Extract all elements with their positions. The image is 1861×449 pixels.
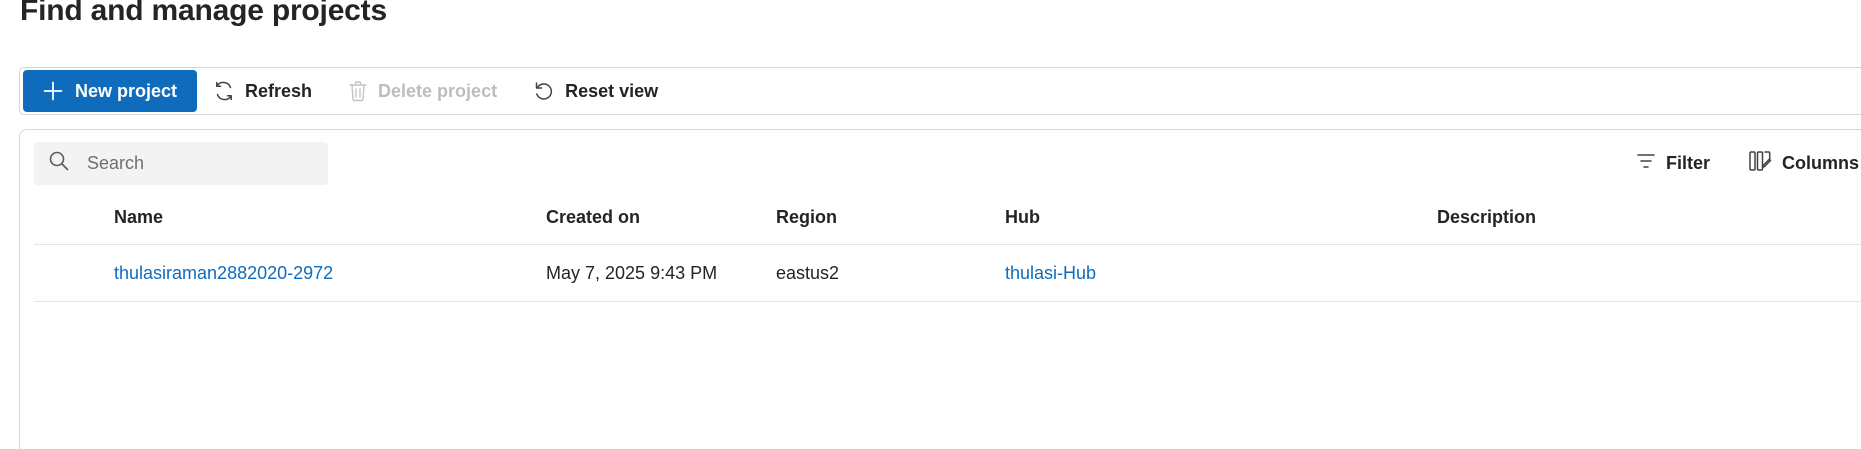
refresh-button[interactable]: Refresh [213,70,312,112]
column-header-created-on[interactable]: Created on [546,190,640,244]
project-name-link[interactable]: thulasiraman2882020-2972 [114,245,333,301]
column-header-description[interactable]: Description [1437,190,1536,244]
projects-table: Name Created on Region Hub Description t… [34,190,1861,302]
search-icon [49,151,69,176]
filter-label: Filter [1665,152,1710,173]
delete-project-button[interactable]: Delete project [348,70,497,112]
reset-view-button[interactable]: Reset view [533,70,658,112]
table-row[interactable]: thulasiraman2882020-2972 May 7, 2025 9:4… [34,245,1861,302]
table-header-row: Name Created on Region Hub Description [34,190,1861,245]
delete-project-label: Delete project [378,80,498,101]
created-on-cell: May 7, 2025 9:43 PM [546,262,718,283]
new-project-button[interactable]: New project [23,70,197,112]
hub-link[interactable]: thulasi-Hub [1005,245,1096,301]
filter-button[interactable]: Filter [1636,146,1710,180]
search-input[interactable] [85,152,309,175]
toolbar: New project Refresh Delete project Reset… [19,67,1861,115]
plus-icon [43,81,63,101]
columns-label: Columns [1781,152,1859,173]
undo-icon [533,80,555,102]
region-cell: eastus2 [776,262,840,283]
refresh-label: Refresh [245,80,313,101]
column-header-name[interactable]: Name [114,190,163,244]
column-header-hub[interactable]: Hub [1005,190,1040,244]
column-header-region[interactable]: Region [776,190,837,244]
grid-actions: Filter Columns [1636,146,1859,180]
trash-icon [348,80,368,102]
projects-grid: Filter Columns Name Created on Region Hu… [19,129,1861,449]
columns-icon [1748,149,1772,178]
columns-button[interactable]: Columns [1748,146,1859,180]
search-box[interactable] [34,142,328,185]
new-project-label: New project [74,80,178,101]
reset-view-label: Reset view [565,80,659,101]
filter-icon [1636,152,1656,175]
refresh-icon [213,80,235,102]
page-title: Find and manage projects [20,0,387,27]
